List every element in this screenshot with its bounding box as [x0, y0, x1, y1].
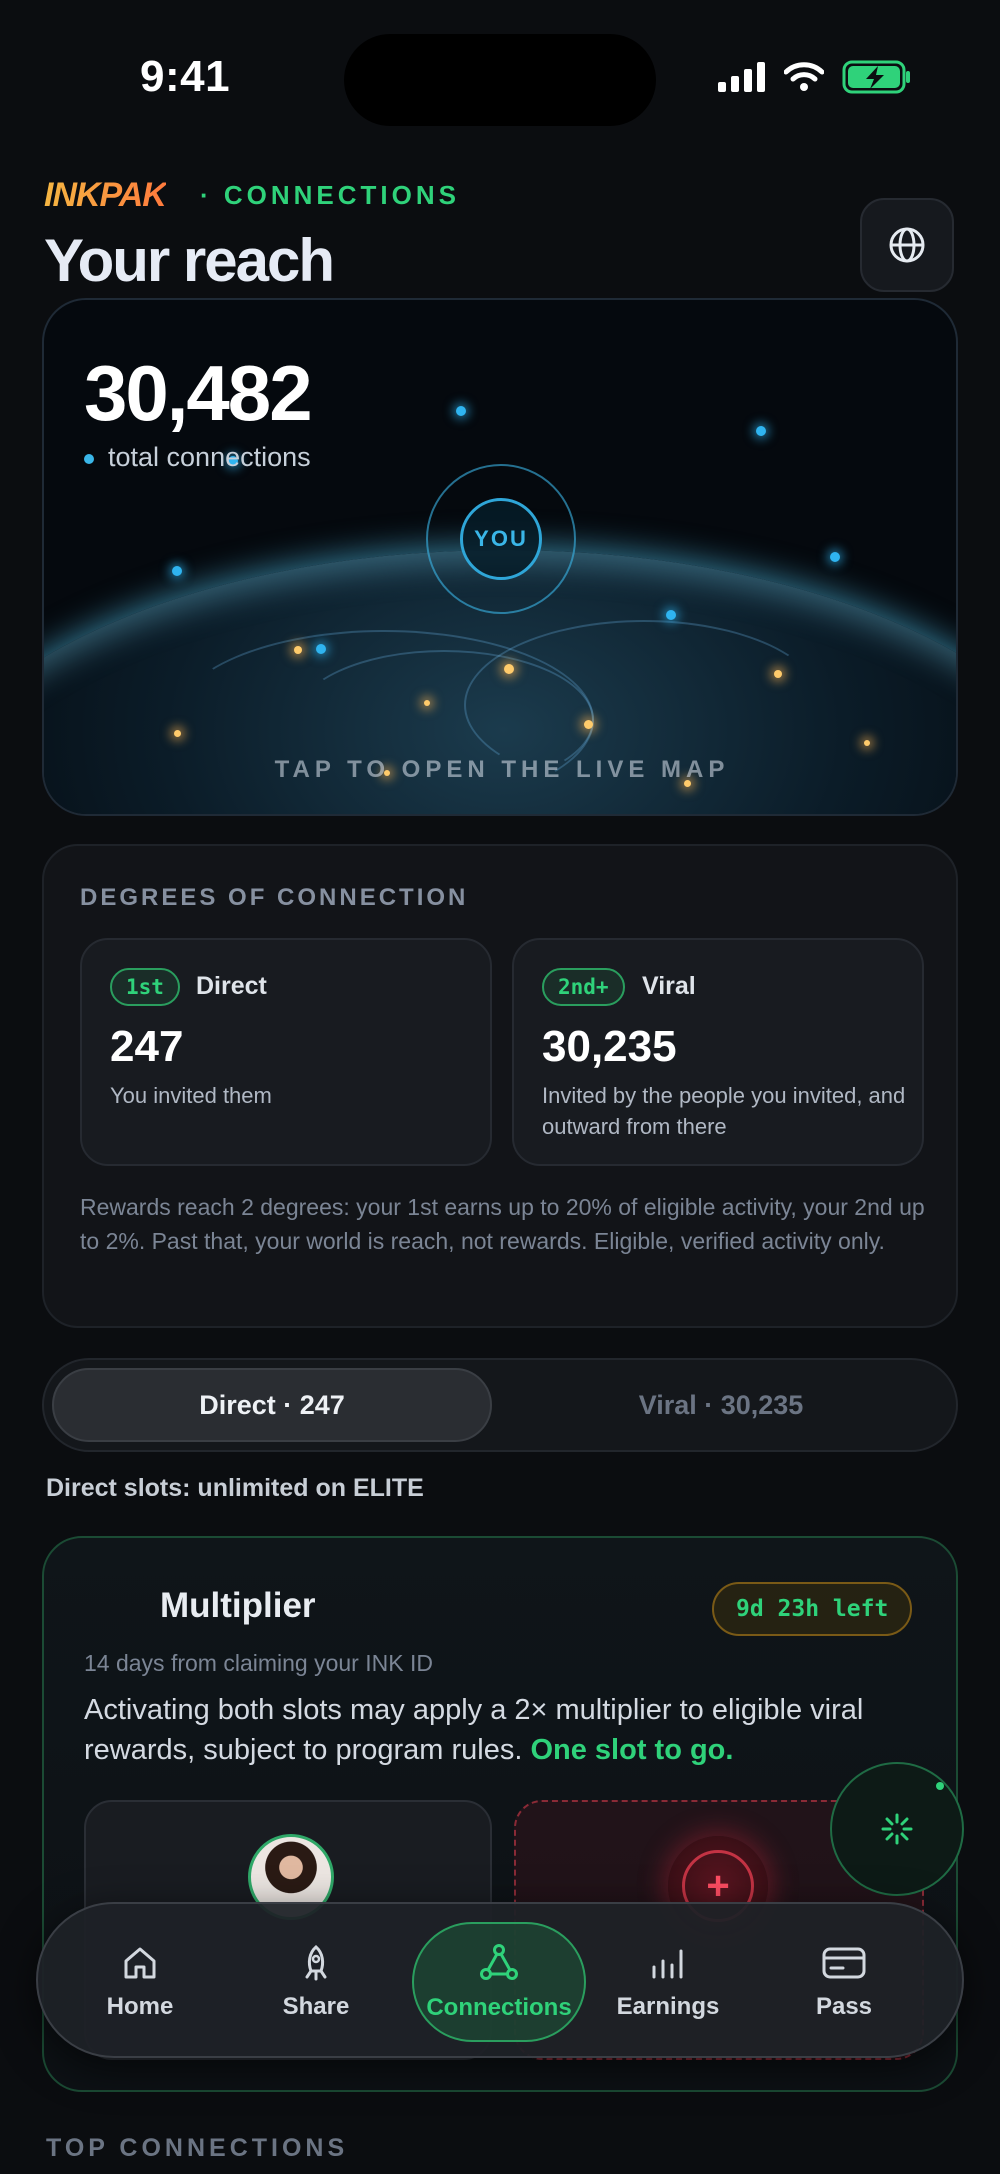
degree-direct: 1st Direct 247 You invited them: [80, 938, 492, 1166]
degree-badge: 1st: [110, 968, 180, 1006]
connection-node: [316, 644, 326, 654]
section-tag: · CONNECTIONS: [200, 180, 460, 210]
city-light: [864, 740, 870, 746]
tab-label: Earnings: [616, 1993, 720, 2020]
card-icon: [822, 1947, 866, 1979]
city-light: [174, 730, 181, 737]
city-light: [504, 664, 514, 674]
connection-node: [456, 406, 466, 416]
city-light: [584, 720, 593, 729]
degree-description: Invited by the people you invited, and o…: [542, 1083, 906, 1139]
status-time: 9:41: [140, 52, 231, 101]
tab-label: Connections: [426, 1994, 572, 2021]
tab-connections[interactable]: Connections: [412, 1922, 586, 2042]
battery-charging-icon: [842, 60, 910, 94]
signal-icon: [718, 62, 765, 92]
connection-node: [172, 566, 182, 576]
globe-button[interactable]: [860, 198, 954, 292]
segment-direct[interactable]: Direct · 247: [52, 1368, 492, 1442]
degrees-card: DEGREES OF CONNECTION 1st Direct 247 You…: [42, 844, 958, 1328]
top-connections-heading: TOP CONNECTIONS: [46, 2134, 349, 2162]
globe-icon: [889, 227, 925, 263]
city-light: [424, 700, 430, 706]
reach-map-card[interactable]: 30,482 total connections YOU TAP TO OPEN…: [42, 298, 958, 816]
connection-node: [830, 552, 840, 562]
tab-label: Pass: [815, 1993, 873, 2020]
degree-name: Viral: [642, 972, 696, 1000]
multiplier-subtitle: 14 days from claiming your INK ID: [84, 1650, 433, 1676]
degree-viral: 2nd+ Viral 30,235 Invited by the people …: [512, 938, 924, 1166]
slots-note: Direct slots: unlimited on ELITE: [46, 1474, 424, 1502]
tab-earnings[interactable]: Earnings: [580, 1904, 756, 2060]
degrees-heading: DEGREES OF CONNECTION: [80, 884, 469, 911]
brand-logo: INKPAK: [44, 176, 167, 214]
multiplier-title: Multiplier: [160, 1586, 316, 1625]
multiplier-highlight: One slot to go.: [530, 1734, 734, 1766]
total-connections-value: 30,482: [84, 349, 313, 437]
tab-home[interactable]: Home: [52, 1904, 228, 2060]
degree-name: Direct: [196, 972, 267, 1000]
legend-dot: [84, 454, 94, 464]
connection-node: [756, 426, 766, 436]
multiplier-body-text: Activating both slots may apply a 2× mul…: [84, 1694, 864, 1766]
tab-share[interactable]: Share: [228, 1904, 404, 2060]
tab-label: Home: [106, 1993, 174, 2020]
wifi-icon: [784, 62, 824, 91]
city-light: [294, 646, 302, 654]
degrees-footnote: Rewards reach 2 degrees: your 1st earns …: [80, 1194, 925, 1254]
open-live-map-hint: TAP TO OPEN THE LIVE MAP: [274, 756, 730, 783]
city-light: [774, 670, 782, 678]
tab-label: Share: [282, 1993, 350, 2020]
degree-segmented-control: Direct · 247 Viral · 30,235: [42, 1358, 958, 1452]
network-icon: [480, 1944, 518, 1980]
connection-node: [666, 610, 676, 620]
dynamic-island: [344, 34, 656, 126]
total-connections-label: total connections: [108, 442, 311, 472]
tab-bar: Home Share Connections Earnings Pass: [36, 1902, 964, 2058]
spinner-icon: [881, 1813, 913, 1845]
degree-value: 30,235: [542, 1022, 677, 1071]
tab-pass[interactable]: Pass: [756, 1904, 932, 2060]
you-marker[interactable]: YOU: [460, 498, 542, 580]
degree-badge: 2nd+: [542, 968, 625, 1006]
degree-value: 247: [110, 1022, 184, 1071]
bar-chart-icon: [652, 1949, 683, 1979]
multiplier-timer: 9d 23h left: [712, 1582, 913, 1636]
degree-description: You invited them: [110, 1083, 272, 1108]
loading-fab[interactable]: [830, 1762, 964, 1896]
multiplier-description: Activating both slots may apply a 2× mul…: [84, 1690, 924, 1770]
home-icon: [124, 1947, 156, 1979]
fab-status-dot: [936, 1782, 944, 1790]
page-title: Your reach: [44, 227, 335, 294]
rocket-icon: [305, 1945, 327, 1981]
status-icons: [718, 60, 912, 94]
segment-viral[interactable]: Viral · 30,235: [496, 1368, 946, 1442]
